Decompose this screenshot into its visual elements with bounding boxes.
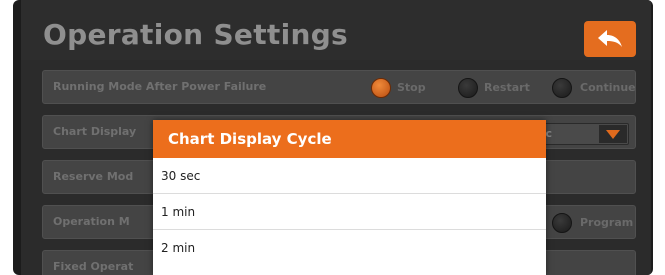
title-bar: Operation Settings bbox=[21, 0, 651, 60]
radio-restart-label: Restart bbox=[484, 81, 530, 94]
back-button[interactable] bbox=[584, 21, 636, 57]
device-frame: Operation Settings Running Mode After Po… bbox=[13, 0, 653, 275]
radio-stop-label: Stop bbox=[397, 81, 426, 94]
dropdown-arrow-icon bbox=[599, 125, 627, 143]
reserve-mode-label: Reserve Mod bbox=[53, 170, 134, 183]
operation-mode-label: Operation M bbox=[53, 215, 130, 228]
radio-restart[interactable] bbox=[458, 78, 478, 98]
radio-continue[interactable] bbox=[552, 78, 572, 98]
option-1-min[interactable]: 1 min bbox=[153, 194, 546, 230]
dialog-title: Chart Display Cycle bbox=[168, 130, 332, 148]
option-label: 1 min bbox=[161, 205, 196, 219]
radio-stop[interactable] bbox=[371, 78, 391, 98]
option-label: 30 sec bbox=[161, 169, 201, 183]
page-title: Operation Settings bbox=[43, 18, 349, 51]
radio-program[interactable] bbox=[552, 213, 572, 233]
radio-continue-label: Continue bbox=[580, 81, 636, 94]
fixed-operation-label: Fixed Operat bbox=[53, 260, 134, 273]
chart-display-label: Chart Display bbox=[53, 125, 137, 138]
chart-display-cycle-dialog: Chart Display Cycle 30 sec 1 min 2 min bbox=[153, 120, 546, 275]
option-2-min[interactable]: 2 min bbox=[153, 230, 546, 266]
radio-program-label: Program bbox=[580, 216, 634, 229]
running-mode-label: Running Mode After Power Failure bbox=[53, 80, 267, 93]
back-arrow-icon bbox=[598, 30, 622, 47]
dialog-header: Chart Display Cycle bbox=[153, 120, 546, 158]
option-label: 2 min bbox=[161, 241, 196, 255]
option-30-sec[interactable]: 30 sec bbox=[153, 158, 546, 194]
setting-row-running-mode: Running Mode After Power Failure Stop Re… bbox=[42, 70, 636, 104]
